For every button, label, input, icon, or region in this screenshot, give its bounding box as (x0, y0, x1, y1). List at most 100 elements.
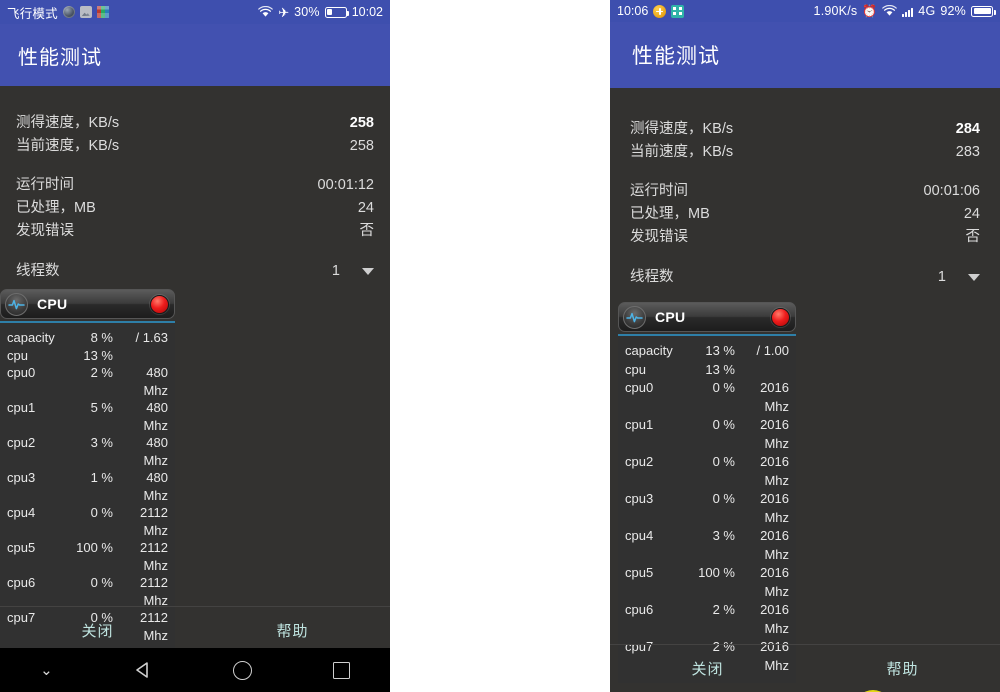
cpu-row-name: cpu6 (7, 575, 36, 590)
table-row: 已处理，MB 24 (630, 203, 980, 226)
cpu-row-freq: 2112 Mhz (140, 575, 168, 608)
close-button[interactable]: 关闭 (610, 658, 805, 679)
divider (630, 249, 980, 265)
cpu-row-name: cpu4 (7, 505, 36, 520)
cpu-row-name: capacity (625, 343, 673, 358)
cpu-row-percent: 0 % (712, 454, 735, 469)
cpu-row-percent: 0 % (712, 380, 735, 395)
list-item: capacity 13 % / 1.00 (625, 342, 789, 361)
cpu-row-name: cpu5 (625, 565, 654, 580)
pulse-icon (623, 305, 646, 329)
cpu-widget-title: CPU (37, 296, 68, 312)
row-value: 否 (965, 229, 981, 245)
left-stats-list: 测得速度，KB/s 258 当前速度，KB/s 258 运行时间 00:01:1… (0, 86, 390, 283)
cpu-row-percent: 3 % (90, 435, 113, 450)
table-row: 当前速度，KB/s 283 (630, 141, 980, 164)
left-app-bar: 性能测试 (0, 24, 390, 86)
left-phone-screenshot: 飞行模式 ✈ 30% 10:02 性能测试 测得速度，KB/s 258 当前速度… (0, 0, 390, 692)
network-speed-label: 1.90K/s (813, 4, 858, 18)
cpu-row-freq: 2016 Mhz (760, 565, 789, 599)
row-value: 283 (955, 144, 980, 160)
left-footer-bar: 关闭 帮助 (0, 606, 390, 654)
thread-count-value-group[interactable]: 1 (938, 267, 980, 288)
cpu-row-percent: 8 % (90, 330, 113, 345)
signal-bars-icon (902, 6, 914, 17)
cpu-row-name: capacity (7, 330, 55, 345)
cpu-row-percent: 0 % (712, 417, 735, 432)
record-toggle-icon[interactable] (150, 294, 169, 314)
cpu-row-freq: 2112 Mhz (140, 505, 168, 538)
cpu-widget-body: capacity 13 %/ 1.00 cpu 13 % cpu0 0 % 2016 M… (618, 336, 796, 683)
list-item: cpu4 0 % 2112 Mhz (7, 504, 168, 539)
row-value: 258 (349, 115, 374, 131)
clock-label: 10:02 (351, 5, 383, 19)
right-stats-list: 测得速度，KB/s 284 当前速度，KB/s 283 运行时间 00:01:0… (610, 88, 1000, 289)
thread-count-selector[interactable]: 线程数 1 (16, 259, 374, 283)
cpu-row-freq: 480 Mhz (143, 365, 168, 398)
cpu-row-name: cpu5 (7, 540, 36, 555)
cpu-row-name: cpu (7, 347, 28, 363)
help-button[interactable]: 帮助 (195, 620, 390, 641)
recents-square-icon[interactable] (332, 661, 350, 679)
record-toggle-icon[interactable] (771, 307, 790, 327)
row-value: 00:01:12 (317, 177, 374, 193)
list-item: cpu6 0 % 2112 Mhz (7, 574, 168, 609)
row-value: 24 (963, 206, 980, 222)
list-item: cpu3 0 % 2016 Mhz (625, 490, 789, 527)
table-row: 测得速度，KB/s 284 (630, 118, 980, 141)
pulse-icon (5, 292, 28, 316)
cpu-row-freq: 2016 Mhz (760, 528, 789, 562)
right-status-bar-left-group: 10:06 (617, 4, 685, 18)
cpu-row-percent: 3 % (712, 528, 735, 543)
table-row: 已处理，MB 24 (16, 197, 374, 220)
dark-globe-icon (62, 6, 75, 18)
cpu-row-freq: 480 Mhz (143, 400, 168, 433)
airplane-icon: ✈ (278, 4, 290, 20)
list-item: capacity 8 % / 1.63 (7, 329, 168, 347)
divider (630, 164, 980, 180)
home-circle-icon[interactable] (233, 660, 253, 680)
row-value: 284 (955, 121, 980, 137)
table-row: 运行时间 00:01:12 (16, 174, 374, 197)
chevron-down-icon[interactable] (362, 268, 374, 275)
close-button[interactable]: 关闭 (0, 620, 195, 641)
thread-count-label: 线程数 (16, 263, 60, 279)
row-label: 运行时间 (16, 177, 74, 193)
help-button[interactable]: 帮助 (805, 658, 1000, 679)
cpu-row-name: cpu6 (625, 602, 654, 617)
cpu-row-percent: 0 % (90, 575, 113, 590)
row-label: 测得速度，KB/s (16, 115, 120, 131)
table-row: 运行时间 00:01:06 (630, 180, 980, 203)
left-status-bar-right-group: ✈ 30% 10:02 (258, 5, 383, 19)
cpu-row-percent: 1 % (90, 470, 113, 485)
cpu-row-freq (115, 347, 168, 365)
screenshot-stage: 飞行模式 ✈ 30% 10:02 性能测试 测得速度，KB/s 258 当前速度… (0, 0, 1000, 692)
clock-label: 10:06 (617, 4, 649, 18)
thread-count-value-group[interactable]: 1 (332, 261, 374, 282)
cpu-row-name: cpu2 (7, 435, 36, 450)
row-label: 当前速度，KB/s (16, 138, 120, 154)
cpu-row-name: cpu3 (7, 470, 36, 485)
cpu-widget-header[interactable]: CPU (0, 289, 175, 319)
table-row: 当前速度，KB/s 258 (16, 135, 374, 158)
back-triangle-icon[interactable] (133, 660, 153, 680)
list-item: cpu 13 % (625, 361, 789, 380)
page-title: 性能测试 (18, 46, 102, 69)
cpu-row-freq: / 1.00 (756, 343, 789, 358)
thread-count-selector[interactable]: 线程数 1 (630, 265, 980, 289)
cpu-row-freq: 480 Mhz (143, 470, 168, 503)
cpu-row-name: cpu0 (7, 365, 36, 380)
battery-icon (971, 5, 996, 17)
chevron-down-icon[interactable] (968, 274, 980, 281)
right-footer-bar: 关闭 帮助 (610, 644, 1000, 692)
row-label: 已处理，MB (630, 206, 710, 222)
right-status-bar-right-group: 1.90K/s ⏰ 4G 92% (813, 4, 996, 18)
divider (16, 158, 374, 174)
android-nav-bar: ⌄ (0, 648, 390, 692)
cpu-row-freq: 2016 Mhz (760, 491, 789, 525)
cpu-row-name: cpu3 (625, 491, 654, 506)
chevron-down-icon[interactable]: ⌄ (40, 663, 53, 678)
color-grid-icon (96, 6, 109, 18)
cpu-widget-header[interactable]: CPU (618, 302, 796, 332)
battery-percent-label: 30% (294, 5, 320, 19)
